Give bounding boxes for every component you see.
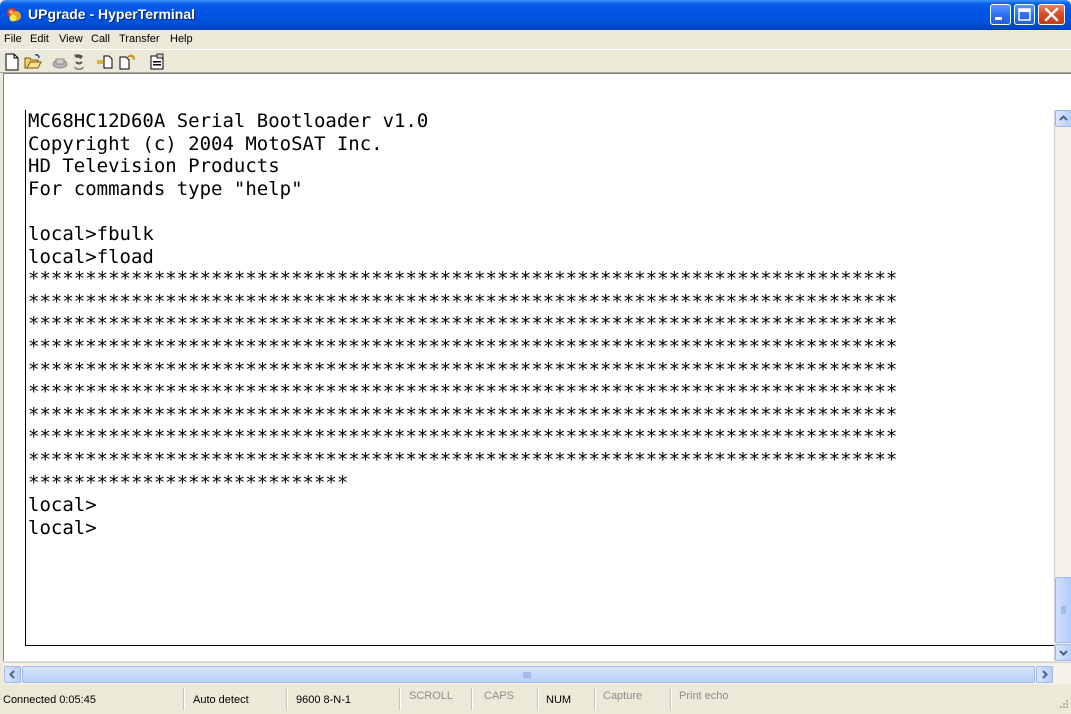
status-num: NUM [546, 694, 572, 706]
receive-icon[interactable] [118, 53, 136, 71]
menu-bar: File Edit View Call Transfer Help [0, 30, 1071, 49]
dial-icon[interactable] [70, 53, 88, 71]
terminal-line: local> [28, 516, 97, 539]
terminal-line: ****************************************… [28, 426, 898, 449]
menu-help[interactable]: Help [170, 33, 193, 45]
resize-grip-icon[interactable] [1056, 698, 1069, 711]
maximize-button[interactable] [1014, 4, 1035, 25]
new-connection-icon[interactable] [3, 53, 21, 71]
vertical-scroll-thumb[interactable] [1055, 577, 1071, 643]
terminal-screen[interactable]: MC68HC12D60A Serial Bootloader v1.0 Copyr… [28, 110, 1052, 644]
send-icon[interactable] [96, 53, 114, 71]
status-print-echo: Print echo [679, 690, 729, 702]
scroll-up-button[interactable] [1055, 110, 1071, 127]
status-divider [670, 688, 672, 710]
chevron-down-icon [1059, 650, 1068, 656]
chevron-left-icon [9, 670, 15, 679]
terminal-bottom-border [25, 645, 1055, 646]
status-settings: 9600 8-N-1 [296, 694, 352, 706]
scroll-grip-icon [523, 672, 531, 678]
menu-file[interactable]: File [4, 33, 22, 45]
hyperterminal-window: UPgrade - HyperTerminal File Edit View C… [0, 0, 1071, 714]
toolbar [0, 49, 1071, 73]
status-divider [471, 688, 473, 710]
terminal-line: local>fload [28, 245, 154, 268]
scroll-right-button[interactable] [1036, 666, 1053, 683]
close-icon [1044, 7, 1059, 22]
hyperterminal-app-icon[interactable] [6, 7, 22, 23]
status-capture: Capture [603, 690, 643, 702]
close-button[interactable] [1038, 4, 1065, 25]
status-divider [594, 688, 596, 710]
window-title: UPgrade - HyperTerminal [28, 6, 196, 22]
status-detect: Auto detect [193, 694, 249, 706]
terminal-line: **************************** [28, 471, 349, 494]
terminal-line: ****************************************… [28, 335, 898, 358]
vertical-scrollbar[interactable] [1054, 110, 1071, 662]
horizontal-scrollbar[interactable] [3, 662, 1071, 684]
status-divider [399, 688, 401, 710]
title-bar[interactable]: UPgrade - HyperTerminal [0, 0, 1071, 30]
terminal-left-border [25, 110, 26, 646]
terminal-line: ****************************************… [28, 403, 898, 426]
chevron-right-icon [1042, 670, 1048, 679]
chevron-up-icon [1059, 115, 1068, 121]
terminal-line: MC68HC12D60A Serial Bootloader v1.0 [28, 110, 429, 132]
scroll-grip-icon [1061, 606, 1066, 614]
status-divider [183, 688, 185, 710]
menu-edit[interactable]: Edit [30, 33, 49, 45]
disconnect-icon[interactable] [51, 53, 69, 71]
terminal-line: local> [28, 494, 97, 517]
status-divider [537, 688, 539, 710]
horizontal-scroll-thumb[interactable] [22, 666, 1035, 683]
minimize-button[interactable] [990, 4, 1011, 25]
status-bar: Connected 0:05:45 Auto detect 9600 8-N-1… [0, 685, 1071, 714]
menu-call[interactable]: Call [91, 33, 110, 45]
status-scroll: SCROLL [409, 690, 454, 702]
terminal-line: Copyright (c) 2004 MotoSAT Inc. [28, 132, 383, 155]
status-connected: Connected 0:05:45 [3, 694, 96, 706]
terminal-line: ****************************************… [28, 358, 898, 381]
maximize-icon [1018, 8, 1031, 21]
status-caps: CAPS [484, 690, 514, 702]
scroll-left-button[interactable] [4, 666, 21, 683]
status-divider [286, 688, 288, 710]
menu-transfer[interactable]: Transfer [119, 33, 160, 45]
terminal-line: ****************************************… [28, 313, 898, 336]
open-icon[interactable] [24, 53, 42, 71]
terminal-line: local>fbulk [28, 222, 154, 245]
scroll-down-button[interactable] [1055, 644, 1071, 661]
properties-icon[interactable] [148, 53, 166, 71]
terminal-line: For commands type "help" [28, 177, 303, 200]
terminal-line: ****************************************… [28, 268, 898, 291]
minimize-icon [995, 17, 1002, 20]
terminal-output: MC68HC12D60A Serial Bootloader v1.0 Copyr… [28, 110, 1052, 539]
terminal-line: ****************************************… [28, 381, 898, 404]
terminal-line: ****************************************… [28, 448, 898, 471]
terminal-line: HD Television Products [28, 155, 280, 178]
terminal-line: ****************************************… [28, 290, 898, 313]
menu-view[interactable]: View [59, 33, 83, 45]
